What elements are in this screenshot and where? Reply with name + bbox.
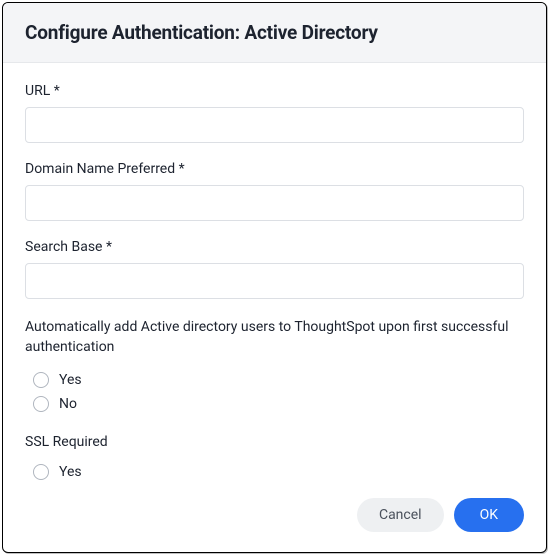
search-base-field-group: Search Base * — [25, 239, 524, 299]
auto-add-yes-label: Yes — [59, 372, 82, 388]
configure-auth-dialog: Configure Authentication: Active Directo… — [2, 2, 547, 553]
dialog-title: Configure Authentication: Active Directo… — [25, 21, 524, 44]
domain-name-input[interactable] — [25, 185, 524, 221]
ssl-yes-option[interactable]: Yes — [25, 460, 524, 484]
cancel-button[interactable]: Cancel — [357, 498, 444, 532]
radio-icon — [33, 372, 49, 388]
auto-add-no-option[interactable]: No — [25, 392, 524, 416]
url-label: URL * — [25, 83, 524, 99]
search-base-label: Search Base * — [25, 239, 524, 255]
dialog-header: Configure Authentication: Active Directo… — [3, 3, 546, 63]
auto-add-yes-option[interactable]: Yes — [25, 368, 524, 392]
domain-name-field-group: Domain Name Preferred * — [25, 161, 524, 221]
ssl-yes-label: Yes — [59, 464, 82, 480]
radio-icon — [33, 396, 49, 412]
url-input[interactable] — [25, 107, 524, 143]
dialog-body: URL * Domain Name Preferred * Search Bas… — [3, 63, 546, 484]
search-base-input[interactable] — [25, 263, 524, 299]
ok-button[interactable]: OK — [454, 498, 524, 532]
auto-add-radio-group: Yes No — [25, 368, 524, 416]
radio-icon — [33, 464, 49, 480]
ssl-required-label: SSL Required — [25, 434, 524, 450]
ssl-required-radio-group: Yes No — [25, 460, 524, 484]
auto-add-no-label: No — [59, 396, 77, 412]
domain-name-label: Domain Name Preferred * — [25, 161, 524, 177]
auto-add-label: Automatically add Active directory users… — [25, 317, 524, 358]
dialog-footer: Cancel OK — [3, 484, 546, 552]
url-field-group: URL * — [25, 83, 524, 143]
